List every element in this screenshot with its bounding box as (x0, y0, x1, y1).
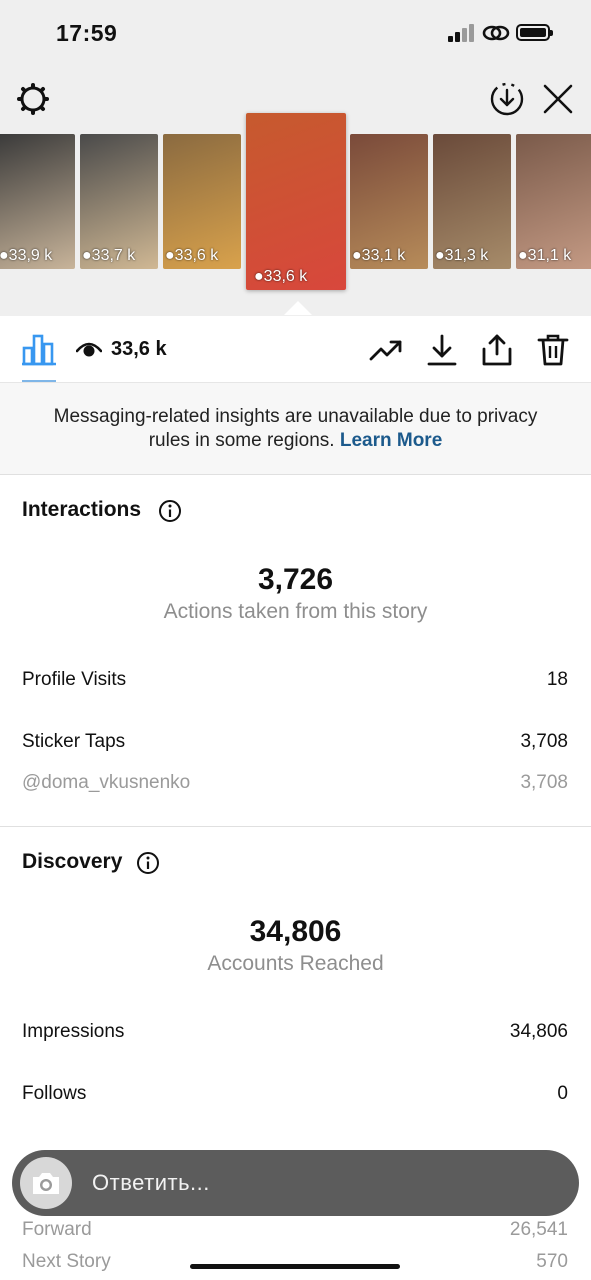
forward-value: 26,541 (509, 1219, 568, 1240)
next-story-value: 570 (536, 1251, 568, 1272)
discovery-total-label: Accounts Reached (207, 952, 384, 975)
insights-bar-chart-icon[interactable] (22, 334, 56, 366)
messaging-insights-notice: Messaging-related insights are unavailab… (0, 383, 591, 475)
trash-icon[interactable] (536, 333, 570, 367)
follows-label: Follows (22, 1083, 87, 1104)
eye-icon: ● (82, 247, 92, 264)
reply-bar[interactable]: Ответить... (12, 1150, 579, 1216)
impressions-label: Impressions (22, 1021, 125, 1042)
insights-toolbar: 33,6 k (0, 316, 591, 383)
discovery-total: 34,806 (249, 915, 342, 948)
learn-more-link[interactable]: Learn More (340, 430, 442, 451)
story-views: 31,3 k (444, 247, 489, 264)
story-thumbnail[interactable]: ●33,9 k (0, 134, 75, 269)
info-icon[interactable] (158, 499, 182, 523)
story-thumbnail[interactable]: ●31,1 k (516, 134, 591, 269)
eye-icon: ● (0, 247, 9, 264)
eye-icon: ● (165, 247, 175, 264)
next-story-label: Next Story (22, 1251, 111, 1272)
section-divider (0, 826, 591, 827)
story-views: 33,7 k (91, 247, 136, 264)
discovery-title: Discovery (22, 850, 123, 873)
close-icon[interactable] (541, 82, 575, 116)
status-bar: 17:59 (0, 0, 591, 66)
impressions-value: 34,806 (509, 1021, 568, 1042)
status-time: 17:59 (56, 20, 118, 46)
forward-label: Forward (22, 1219, 92, 1240)
story-views: 33,6 k (174, 247, 219, 264)
story-image (246, 113, 346, 290)
camera-icon (33, 1173, 59, 1194)
eye-icon: ● (435, 247, 445, 264)
sticker-taps-value: 3,708 (520, 731, 568, 752)
home-indicator (190, 1264, 400, 1269)
mention-sticker-value: 3,708 (520, 772, 568, 793)
story-thumbnail[interactable]: ●33,1 k (350, 134, 428, 269)
story-thumbnail[interactable]: ●33,7 k (80, 134, 158, 269)
download-icon[interactable] (425, 333, 459, 367)
interactions-title: Interactions (22, 498, 142, 521)
story-header: ●33,9 k ●33,7 k ●33,6 k ●33,6 k ●33,1 k … (0, 66, 591, 316)
signal-icon (448, 24, 476, 42)
info-icon[interactable] (136, 851, 160, 875)
story-views: 33,1 k (361, 247, 406, 264)
eye-icon: ● (518, 247, 528, 264)
profile-visits-value: 18 (546, 669, 568, 690)
settings-gear-icon[interactable] (16, 82, 50, 116)
camera-button[interactable] (20, 1157, 72, 1209)
selected-story-thumbnail[interactable]: ●33,6 k (246, 113, 346, 290)
follows-value: 0 (557, 1083, 568, 1104)
active-tab-indicator (22, 380, 56, 382)
selected-story-pointer (284, 301, 312, 315)
trending-icon[interactable] (369, 333, 403, 367)
reply-input[interactable]: Ответить... (92, 1170, 210, 1196)
story-thumbnail[interactable]: ●33,6 k (163, 134, 241, 269)
eye-icon (76, 342, 102, 357)
story-thumbnail[interactable]: ●31,3 k (433, 134, 511, 269)
share-icon[interactable] (480, 333, 514, 367)
story-views: 33,6 k (263, 268, 308, 285)
mention-sticker-label: @doma_vkusnenko (22, 772, 191, 793)
sticker-taps-label: Sticker Taps (22, 731, 126, 752)
story-thumbnail-strip: ●33,9 k ●33,7 k ●33,6 k ●33,6 k ●33,1 k … (0, 113, 591, 293)
battery-icon (516, 24, 553, 41)
profile-visits-label: Profile Visits (22, 669, 127, 690)
hotspot-link-icon (482, 25, 510, 41)
eye-icon: ● (352, 247, 362, 264)
story-views: 33,9 k (8, 247, 53, 264)
view-count: 33,6 k (111, 338, 167, 360)
notice-text: Messaging-related insights are unavailab… (53, 406, 538, 451)
eye-icon: ● (254, 268, 264, 285)
interactions-total: 3,726 (257, 563, 334, 596)
interactions-total-label: Actions taken from this story (163, 600, 428, 623)
story-views: 31,1 k (527, 247, 572, 264)
